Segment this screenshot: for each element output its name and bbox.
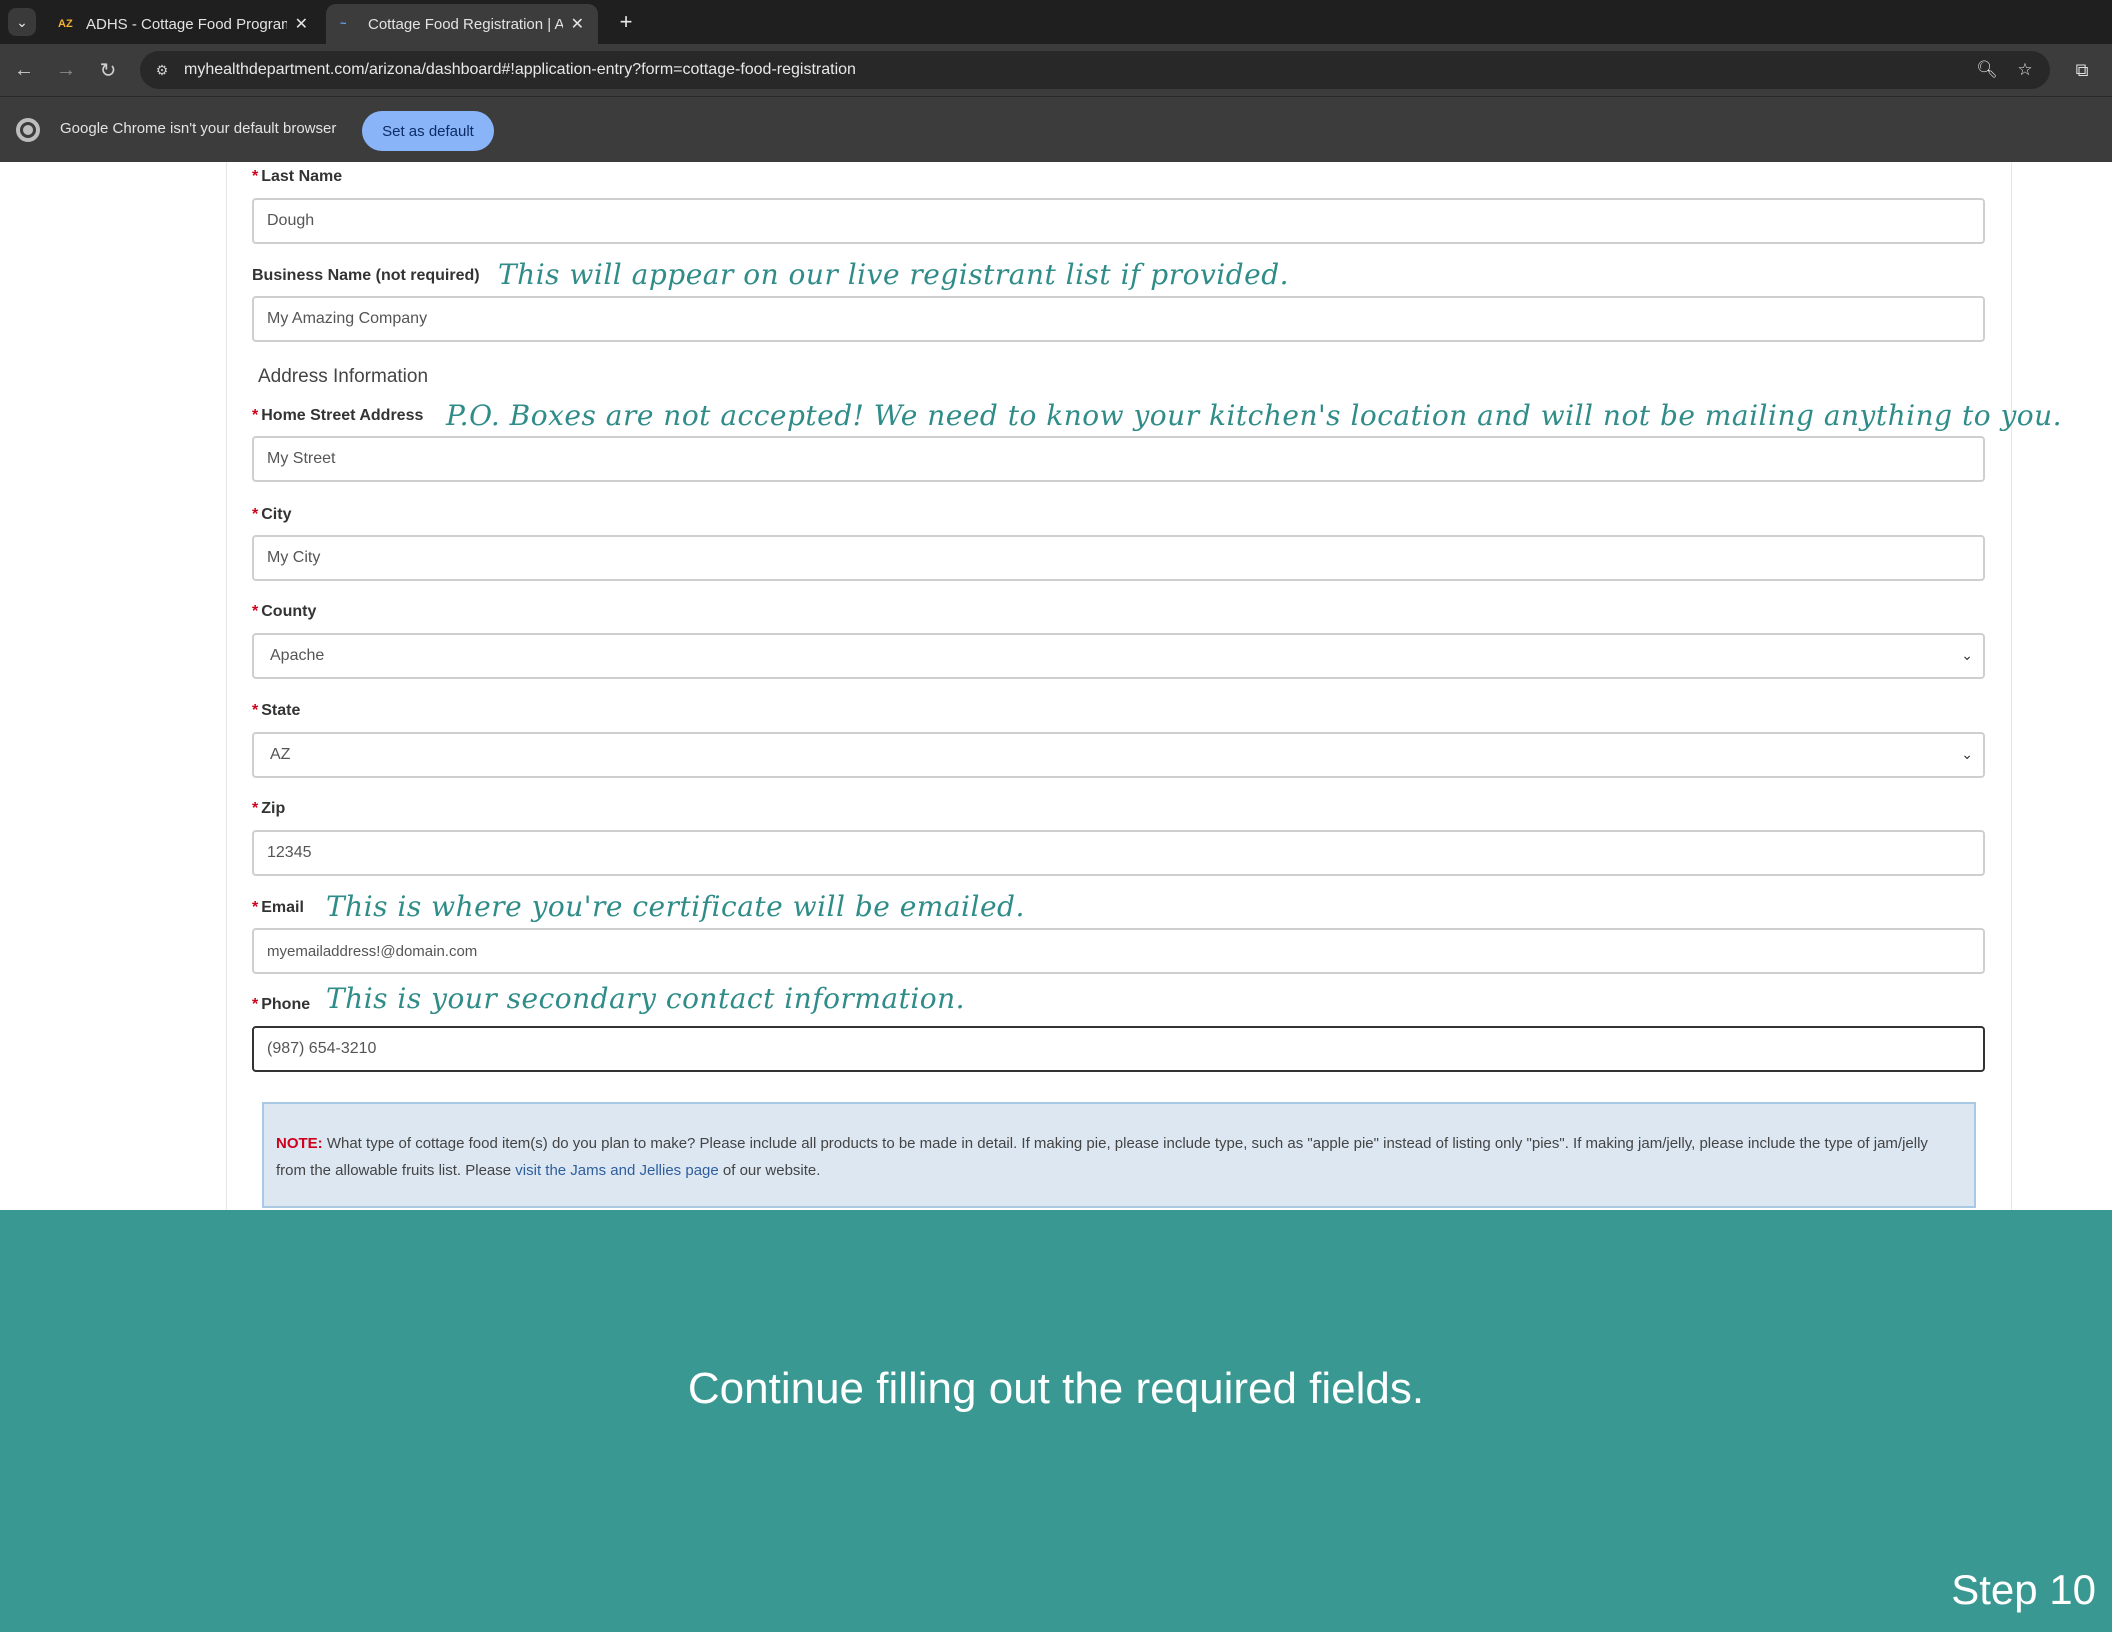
page-content: * Last Name Dough Business Name (not requ… <box>0 162 2112 1210</box>
note-text-end: of our website. <box>722 1162 821 1179</box>
myhealth-logo-icon: ~ <box>340 18 347 30</box>
address-section-title: Address Information <box>258 366 429 387</box>
phone-input[interactable]: (987) 654-3210 <box>252 1026 1985 1072</box>
new-tab-icon[interactable]: + <box>612 8 640 36</box>
business-name-input[interactable]: My Amazing Company <box>252 296 1985 342</box>
zip-input[interactable]: 12345 <box>252 830 1985 876</box>
city-label: * City <box>252 506 292 523</box>
tab-adhs[interactable]: AZ ADHS - Cottage Food Program ✕ <box>44 4 322 44</box>
email-input[interactable]: myemailaddress!@domain.com <box>252 928 1985 974</box>
county-label: * County <box>252 603 317 620</box>
tab-title: ADHS - Cottage Food Program <box>86 15 287 33</box>
chrome-logo-icon <box>16 118 40 142</box>
tab-strip: ⌄ AZ ADHS - Cottage Food Program ✕ ~ Cot… <box>0 0 2112 44</box>
chevron-down-icon: ⌄ <box>1961 746 1973 762</box>
set-as-default-button[interactable]: Set as default <box>362 111 494 151</box>
state-label: * State <box>252 702 301 719</box>
phone-annotation: This is your secondary contact informati… <box>326 982 966 1015</box>
state-selected-value: AZ <box>270 746 291 763</box>
step-label: Step 10 <box>1951 1566 2096 1613</box>
state-select[interactable]: AZ ⌄ <box>252 732 1985 778</box>
jams-jellies-link[interactable]: visit the Jams and Jellies page <box>515 1162 718 1179</box>
close-icon[interactable]: ✕ <box>295 14 308 34</box>
street-address-input[interactable]: My Street <box>252 436 1985 482</box>
reload-icon[interactable]: ↻ <box>96 58 120 82</box>
instruction-banner: Continue filling out the required fields… <box>0 1210 2112 1632</box>
instruction-text: Continue filling out the required fields… <box>687 1364 1425 1413</box>
street-address-label: * Home Street Address <box>252 407 424 424</box>
last-name-label: * Last Name <box>252 168 343 185</box>
url-text[interactable]: myhealthdepartment.com/arizona/dashboard… <box>184 61 856 79</box>
business-name-annotation: This will appear on our live registrant … <box>498 258 1290 291</box>
note-box: NOTE: What type of cottage food item(s) … <box>262 1102 1976 1208</box>
county-select[interactable]: Apache ⌄ <box>252 633 1985 679</box>
business-name-label: Business Name (not required) <box>252 267 480 284</box>
address-bar[interactable]: ⚙ myhealthdepartment.com/arizona/dashboa… <box>140 51 2050 89</box>
zoom-icon[interactable]: 🔍︎ <box>1976 59 1998 81</box>
county-selected-value: Apache <box>270 647 325 664</box>
last-name-input[interactable]: Dough <box>252 198 1985 244</box>
default-browser-infobar: Google Chrome isn't your default browser… <box>0 96 2112 162</box>
phone-label: * Phone <box>252 996 311 1013</box>
back-arrow-icon[interactable]: ← <box>12 58 36 82</box>
street-address-annotation: P.O. Boxes are not accepted! We need to … <box>446 399 2063 432</box>
browser-toolbar: ← → ↻ ⚙ myhealthdepartment.com/arizona/d… <box>0 44 2112 96</box>
zip-label: * Zip <box>252 800 286 817</box>
note-label: NOTE: <box>276 1135 323 1152</box>
email-label: * Email <box>252 899 304 916</box>
tab-title: Cottage Food Registration | Ari <box>368 15 563 33</box>
tab-search-icon[interactable]: ⌄ <box>8 8 36 36</box>
bookmark-star-icon[interactable]: ☆ <box>2014 59 2036 81</box>
az-logo-icon: AZ <box>58 18 73 30</box>
infobar-message: Google Chrome isn't your default browser <box>60 120 337 137</box>
forward-arrow-icon[interactable]: → <box>54 58 78 82</box>
tab-cottage-food-registration[interactable]: ~ Cottage Food Registration | Ari ✕ <box>326 4 598 44</box>
chevron-down-icon: ⌄ <box>1961 647 1973 663</box>
email-annotation: This is where you're certificate will be… <box>326 890 1025 923</box>
site-settings-icon[interactable]: ⚙ <box>152 60 172 80</box>
extensions-icon[interactable]: ⧉ <box>2070 58 2094 82</box>
city-input[interactable]: My City <box>252 535 1985 581</box>
close-icon[interactable]: ✕ <box>571 14 584 34</box>
